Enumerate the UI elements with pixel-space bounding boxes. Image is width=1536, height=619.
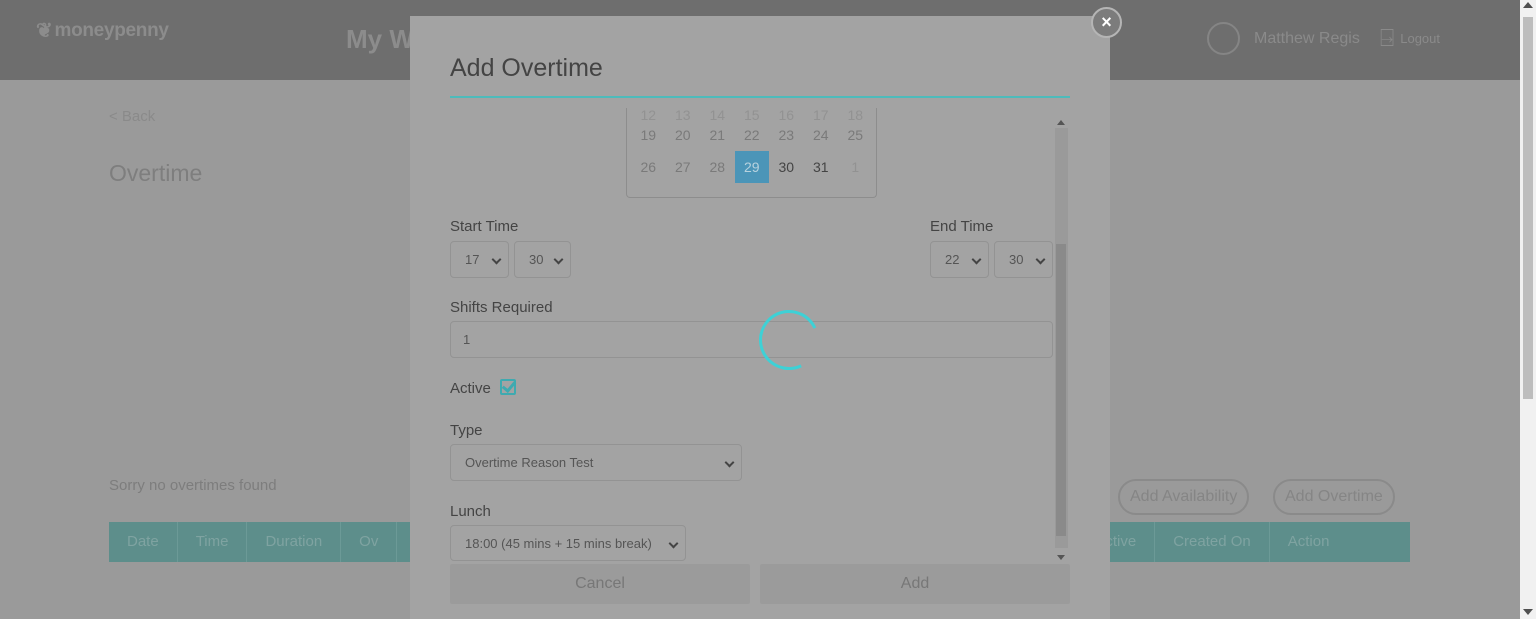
column-header: Action xyxy=(1287,533,1330,550)
start-hour-select[interactable]: 17 xyxy=(450,241,509,278)
close-modal-button[interactable]: × xyxy=(1091,7,1122,38)
add-overtime-modal: Add Overtime 12 13 14 15 16 17 18 19 20 … xyxy=(410,16,1110,619)
app-title: My W xyxy=(346,24,414,54)
calendar-day[interactable]: 28 xyxy=(700,151,735,183)
moneypenny-logo[interactable]: ❦ moneypenny xyxy=(36,18,169,43)
calendar-day[interactable]: 1 xyxy=(838,151,873,183)
chevron-down-icon xyxy=(971,254,982,265)
start-hour-value: 17 xyxy=(465,252,480,267)
chevron-down-icon xyxy=(1035,254,1046,265)
column-header: Duration xyxy=(247,522,342,562)
type-value: Overtime Reason Test xyxy=(465,455,594,470)
active-checkbox[interactable] xyxy=(500,379,516,395)
calendar-day[interactable]: 27 xyxy=(666,151,701,183)
column-header: Time xyxy=(178,522,248,562)
end-minute-value: 30 xyxy=(1009,252,1024,267)
calendar-day[interactable]: 22 xyxy=(735,119,770,151)
calendar-day[interactable]: 26 xyxy=(631,151,666,183)
scrollbar-thumb[interactable] xyxy=(1523,17,1533,399)
column-header: Created On xyxy=(1155,522,1270,562)
calendar-day[interactable]: 31 xyxy=(804,151,839,183)
cancel-button[interactable]: Cancel xyxy=(450,564,750,604)
active-label: Active xyxy=(450,380,491,397)
start-minute-value: 30 xyxy=(529,252,544,267)
avatar[interactable] xyxy=(1207,22,1240,55)
scroll-up-icon[interactable] xyxy=(1523,2,1533,8)
scroll-up-icon[interactable] xyxy=(1057,120,1065,125)
lunch-label: Lunch xyxy=(450,503,491,520)
end-hour-value: 22 xyxy=(945,252,960,267)
modal-title: Add Overtime xyxy=(450,54,603,82)
start-time-label: Start Time xyxy=(450,218,519,235)
logout-link[interactable]: ⍈ Logout xyxy=(1380,25,1440,53)
page-title: Overtime xyxy=(109,160,203,186)
bird-icon: ❦ xyxy=(36,20,53,42)
date-calendar: 12 13 14 15 16 17 18 19 20 21 22 23 24 2… xyxy=(626,108,877,198)
scroll-down-icon[interactable] xyxy=(1057,555,1065,560)
calendar-day-selected[interactable]: 29 xyxy=(734,151,769,183)
calendar-day[interactable]: 30 xyxy=(769,151,804,183)
calendar-day[interactable]: 24 xyxy=(804,119,839,151)
empty-message: Sorry no overtimes found xyxy=(109,477,277,494)
end-minute-select[interactable]: 30 xyxy=(994,241,1053,278)
calendar-day[interactable]: 21 xyxy=(700,119,735,151)
chevron-down-icon xyxy=(724,457,735,468)
chevron-down-icon xyxy=(553,254,564,265)
chevron-down-icon xyxy=(491,254,502,265)
add-availability-button[interactable]: Add Availability xyxy=(1118,479,1250,515)
chevron-down-icon xyxy=(668,538,679,549)
page-scrollbar[interactable] xyxy=(1520,0,1536,619)
lunch-value: 18:00 (45 mins + 15 mins break) xyxy=(465,536,652,551)
end-hour-select[interactable]: 22 xyxy=(930,241,989,278)
add-button[interactable]: Add xyxy=(760,564,1070,604)
start-minute-select[interactable]: 30 xyxy=(514,241,571,278)
logo-text: moneypenny xyxy=(54,19,169,41)
end-time-label: End Time xyxy=(930,218,994,235)
logout-label: Logout xyxy=(1400,31,1440,46)
shifts-required-label: Shifts Required xyxy=(450,299,553,316)
type-select[interactable]: Overtime Reason Test xyxy=(450,444,742,481)
calendar-day[interactable]: 20 xyxy=(666,119,701,151)
title-divider xyxy=(450,96,1070,98)
calendar-day[interactable]: 25 xyxy=(838,119,873,151)
column-header: Ov xyxy=(341,522,398,562)
back-link[interactable]: < Back xyxy=(109,108,155,125)
add-overtime-button[interactable]: Add Overtime xyxy=(1273,479,1395,515)
calendar-day[interactable]: 19 xyxy=(631,119,666,151)
user-name[interactable]: Matthew Regis xyxy=(1254,30,1360,48)
lunch-select[interactable]: 18:00 (45 mins + 15 mins break) xyxy=(450,525,686,561)
type-label: Type xyxy=(450,422,483,439)
scrollbar-thumb[interactable] xyxy=(1056,244,1066,536)
column-header: Date xyxy=(109,522,178,562)
scroll-down-icon[interactable] xyxy=(1523,609,1533,615)
user-area: Matthew Regis ⍈ Logout xyxy=(1207,22,1440,55)
calendar-day[interactable]: 23 xyxy=(769,119,804,151)
modal-scrollbar[interactable] xyxy=(1055,118,1068,560)
shifts-required-input[interactable]: 1 xyxy=(450,321,1053,358)
logout-icon: ⍈ xyxy=(1379,24,1395,52)
